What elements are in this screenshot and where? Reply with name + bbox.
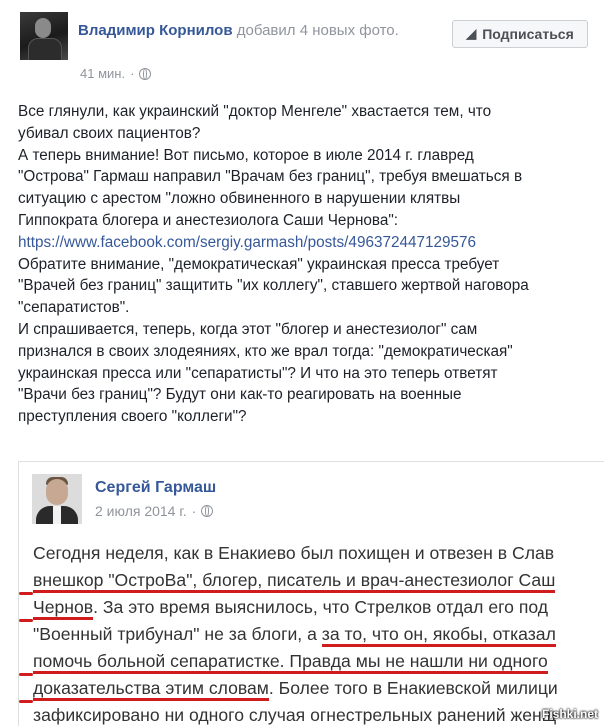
shared-post-screenshot[interactable]: Сергей Гармаш 2 июля 2014 г. · Сегодня н… <box>18 461 604 726</box>
author-line: Владимир Корнилов добавил 4 новых фото. <box>78 20 408 42</box>
post-text-line: "Врачи без границ"? Будут они как-то реа… <box>18 386 462 404</box>
post-text-line: признался в своих злодеяниях, кто же вра… <box>18 342 513 360</box>
underline-mark <box>19 619 33 622</box>
post-action: добавил 4 новых фото. <box>236 22 399 39</box>
post-text-line: "сепаратистов". <box>18 299 130 317</box>
underlined-text: доказательства этим словам <box>33 678 269 701</box>
globe-icon[interactable] <box>139 67 152 80</box>
dot-separator: · <box>130 66 135 81</box>
author-name-link[interactable]: Владимир Корнилов <box>78 22 233 39</box>
avatar-shirt <box>53 506 61 524</box>
avatar-head <box>35 18 51 38</box>
watermark: Fishki.net <box>541 707 598 721</box>
post-text-line: преступления своего "коллеги"? <box>18 408 247 426</box>
shared-text-line: доказательства этим словам. Более того в… <box>33 675 604 702</box>
shared-text-line: помочь больной сепаратистке. Правда мы н… <box>33 648 604 675</box>
subscribe-label: Подписаться <box>482 26 574 42</box>
post-header: Владимир Корнилов добавил 4 новых фото. … <box>0 0 604 95</box>
post-text-line: "Врачей без границ" защитить "их коллегу… <box>18 277 529 295</box>
subscribe-button[interactable]: ◢ Подписаться <box>452 20 588 48</box>
dot-separator: · <box>191 503 197 519</box>
post-text-line: Обратите внимание, "демократическая" укр… <box>18 255 500 273</box>
post-text-line: ситуацию с арестом "ложно обвиненного в … <box>18 190 461 208</box>
underline-mark <box>19 700 33 703</box>
post-text-line: "Острова" Гармаш направил "Врачам без гр… <box>18 168 523 186</box>
shared-text-line: внешкор "ОстроВа", блогер, писатель и вр… <box>33 567 604 594</box>
post-text-line: Гиппократа блогера и анестезиолога Саши … <box>18 211 399 229</box>
shared-post-meta: 2 июля 2014 г. · <box>95 503 214 519</box>
post-link[interactable]: https://www.facebook.com/sergiy.garmash/… <box>18 234 476 251</box>
underlined-text: за то, что он, якобы, отказал <box>321 624 556 647</box>
shared-text-line: "Военный трибунал" не за блоги, а за то,… <box>33 621 604 648</box>
post-text-line: А теперь внимание! Вот письмо, которое в… <box>18 146 474 164</box>
shared-post-text: Сегодня неделя, как в Енакиево был похищ… <box>33 540 604 726</box>
underline-mark <box>19 592 33 595</box>
shared-author-avatar <box>32 474 82 524</box>
avatar-body <box>28 38 62 60</box>
globe-icon <box>201 505 214 517</box>
underlined-text: помочь больной сепаратистке. Правда мы н… <box>33 651 548 674</box>
shared-text-line: Сегодня неделя, как в Енакиево был похищ… <box>33 543 555 563</box>
post-text-line: Все глянули, как украинский "доктор Менг… <box>18 103 492 120</box>
underlined-text: Чернов <box>33 597 94 620</box>
rss-icon: ◢ <box>466 26 477 41</box>
shared-author-name: Сергей Гармаш <box>95 479 217 496</box>
post-meta: 41 мин. · <box>80 66 152 81</box>
post-text-line: И спрашивается, теперь, когда этот "блог… <box>18 320 478 338</box>
underlined-text: внешкор "ОстроВа", блогер, писатель и вр… <box>33 570 556 593</box>
post-text-line: убивал своих пациентов? <box>18 124 201 142</box>
shared-text-line: зафиксировано ни одного случая огнестрел… <box>33 705 557 725</box>
author-avatar[interactable] <box>20 12 68 60</box>
post-time[interactable]: 41 мин. <box>80 66 125 81</box>
shared-post-date: 2 июля 2014 г. <box>95 503 187 519</box>
post-body: Все глянули, как украинский "доктор Менг… <box>18 101 593 428</box>
avatar-head <box>46 479 68 505</box>
post-text-line: украинская пресса или "сепаратисты"? И ч… <box>18 364 498 382</box>
shared-text-line: Чернов. За это время выяснилось, что Стр… <box>33 594 604 621</box>
underline-mark <box>19 673 33 676</box>
